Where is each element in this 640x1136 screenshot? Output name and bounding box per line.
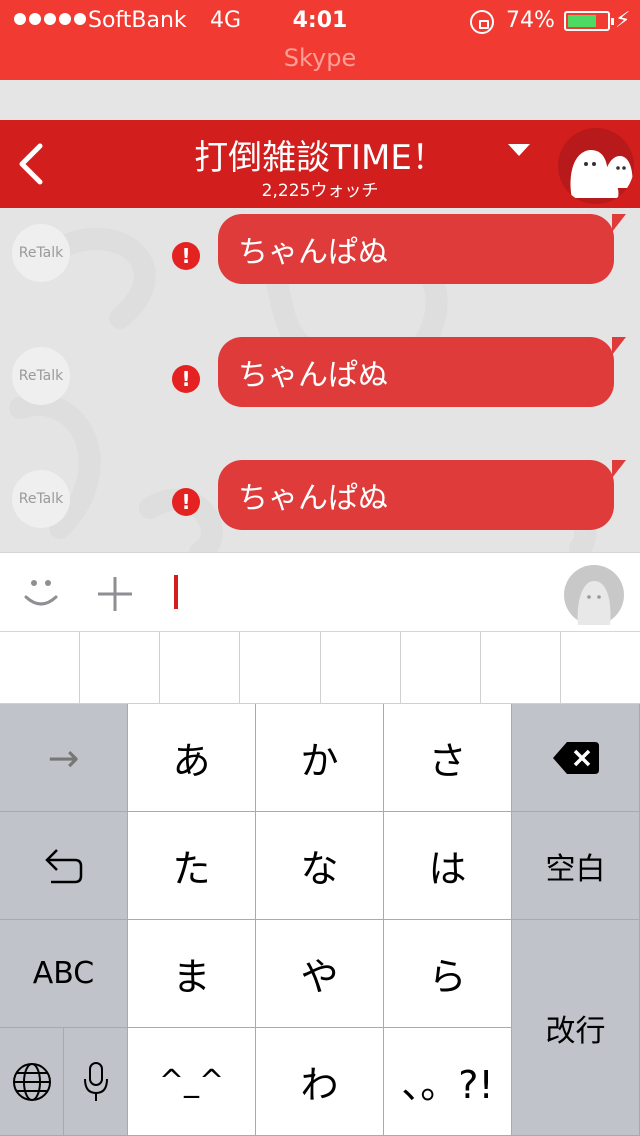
candidate-slot[interactable] [240, 632, 321, 704]
error-icon[interactable]: ! [172, 242, 200, 270]
kana-keyboard: → あ か さ た な は 空白 ABC ま や ら 改行 ^_^ わ 、。?! [0, 704, 640, 1136]
error-icon[interactable]: ! [172, 365, 200, 393]
key-ta[interactable]: た [128, 812, 256, 920]
rotation-lock-icon [470, 10, 494, 34]
candidate-slot[interactable] [80, 632, 161, 704]
battery-percent: 74% [506, 8, 555, 33]
message-list[interactable]: ReTalk ! ちゃんぱぬ ReTalk ! ちゃんぱぬ ReTalk ! ち… [0, 208, 640, 552]
message-bubble[interactable]: ちゃんぱぬ [218, 214, 626, 284]
undo-key[interactable] [0, 812, 128, 920]
mic-key[interactable] [64, 1028, 128, 1136]
candidate-slot[interactable] [160, 632, 241, 704]
punctuation-key[interactable]: 、。?! [384, 1028, 512, 1136]
arrow-key[interactable]: → [0, 704, 128, 812]
composer-bar [0, 552, 640, 632]
kaomoji-key[interactable]: ^_^ [128, 1028, 256, 1136]
room-avatar[interactable] [558, 128, 634, 204]
undo-icon [44, 848, 82, 883]
key-ra[interactable]: ら [384, 920, 512, 1028]
key-na[interactable]: な [256, 812, 384, 920]
delete-key[interactable] [512, 704, 640, 812]
message-item[interactable]: ReTalk ! ちゃんぱぬ [0, 214, 640, 284]
message-item[interactable]: ReTalk ! ちゃんぱぬ [0, 337, 640, 407]
candidate-slot[interactable] [480, 632, 561, 704]
candidate-slot[interactable] [0, 632, 81, 704]
sender-avatar[interactable]: ReTalk [12, 347, 70, 405]
battery-icon [564, 11, 614, 31]
globe-key[interactable] [0, 1028, 64, 1136]
globe-icon [12, 1062, 51, 1101]
return-key[interactable]: 改行 [512, 920, 640, 1136]
sender-avatar[interactable]: ReTalk [12, 224, 70, 282]
key-ya[interactable]: や [256, 920, 384, 1028]
key-ka[interactable]: か [256, 704, 384, 812]
message-bubble[interactable]: ちゃんぱぬ [218, 460, 626, 530]
key-wa[interactable]: わ [256, 1028, 384, 1136]
candidate-slot[interactable] [560, 632, 640, 704]
sender-avatar[interactable]: ReTalk [12, 470, 70, 528]
backspace-icon [552, 741, 599, 774]
abc-key[interactable]: ABC [0, 920, 128, 1028]
key-ha[interactable]: は [384, 812, 512, 920]
microphone-icon [83, 1061, 108, 1101]
candidate-slot[interactable] [320, 632, 401, 704]
ghost-icon [570, 149, 633, 198]
watch-count: 2,225ウォッチ [261, 181, 379, 201]
candidate-bar [0, 632, 640, 704]
key-a[interactable]: あ [128, 704, 256, 812]
smiley-icon[interactable] [22, 573, 60, 611]
space-key[interactable]: 空白 [512, 812, 640, 920]
candidate-slot[interactable] [400, 632, 481, 704]
sticker-avatar-icon[interactable] [564, 565, 624, 625]
message-bubble[interactable]: ちゃんぱぬ [218, 337, 626, 407]
app-title: Skype [283, 44, 357, 72]
status-bar: SoftBank 4G 4:01 74% ⚡ Skype [0, 0, 640, 80]
dropdown-triangle-icon[interactable] [508, 144, 530, 158]
chat-header: 打倒雑談TIME！ 2,225ウォッチ [0, 120, 640, 208]
plus-icon[interactable] [96, 575, 134, 613]
header-spacer [0, 80, 640, 120]
error-icon[interactable]: ! [172, 488, 200, 516]
key-ma[interactable]: ま [128, 920, 256, 1028]
message-item[interactable]: ReTalk ! ちゃんぱぬ [0, 460, 640, 530]
message-input[interactable] [174, 575, 178, 609]
room-title[interactable]: 打倒雑談TIME！ [0, 130, 640, 179]
key-sa[interactable]: さ [384, 704, 512, 812]
charging-bolt-icon: ⚡ [615, 8, 631, 33]
